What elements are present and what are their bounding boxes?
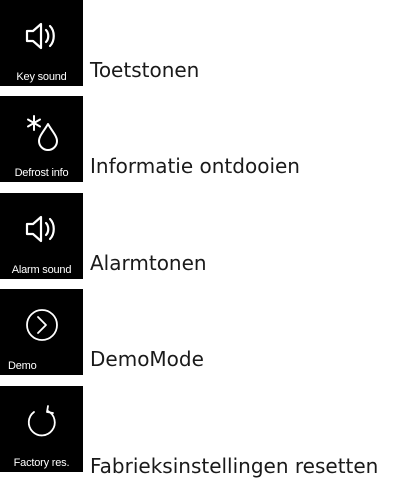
settings-item-defrost-info[interactable]: Defrost info Informatie ontdooien: [0, 96, 411, 182]
settings-item-label: Alarmtonen: [90, 251, 207, 275]
defrost-drop-icon: [0, 110, 83, 154]
reset-arrow-icon: [0, 400, 83, 444]
speaker-icon: [0, 14, 83, 58]
settings-item-label: Fabrieksinstellingen resetten: [90, 454, 379, 478]
alarm-sound-tile[interactable]: Alarm sound: [0, 193, 83, 279]
tile-caption: Defrost info: [14, 167, 69, 179]
settings-item-label: Informatie ontdooien: [90, 154, 300, 178]
tile-caption: Demo: [8, 360, 37, 372]
settings-item-label: Toetstonen: [90, 58, 200, 82]
key-sound-tile[interactable]: Key sound: [0, 0, 83, 86]
tile-caption: Factory res.: [13, 457, 70, 469]
factory-reset-tile[interactable]: Factory res.: [0, 386, 83, 472]
settings-item-label: DemoMode: [90, 347, 204, 371]
tile-caption: Key sound: [16, 71, 67, 83]
settings-item-factory-reset[interactable]: Factory res. Fabrieksinstellingen resett…: [0, 386, 411, 478]
demo-tile[interactable]: Demo: [0, 289, 83, 375]
chevron-circle-icon: [0, 303, 83, 347]
tile-caption: Alarm sound: [11, 264, 72, 276]
speaker-icon: [0, 207, 83, 251]
settings-item-alarm-sound[interactable]: Alarm sound Alarmtonen: [0, 193, 411, 279]
settings-item-demo[interactable]: Demo DemoMode: [0, 289, 411, 375]
defrost-info-tile[interactable]: Defrost info: [0, 96, 83, 182]
settings-item-key-sound[interactable]: Key sound Toetstonen: [0, 0, 411, 86]
